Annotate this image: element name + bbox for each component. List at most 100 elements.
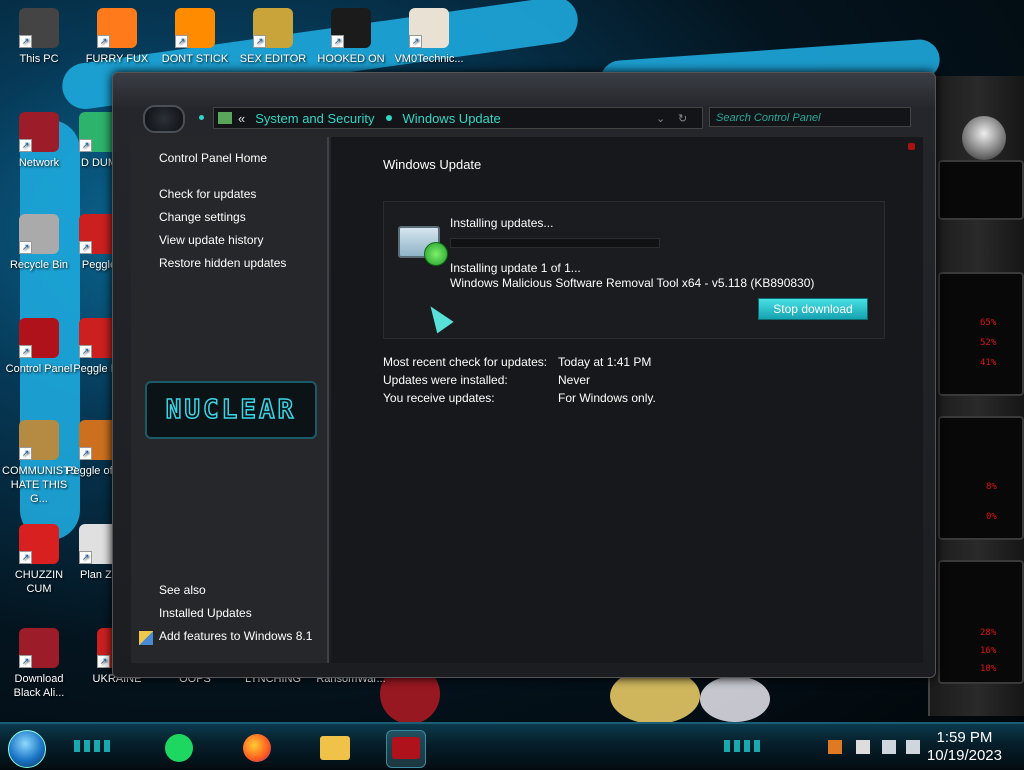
- update-progress-bar: [450, 238, 660, 248]
- shortcut-arrow-icon: ↗: [19, 345, 32, 358]
- clock-time: 1:59 PM: [936, 729, 993, 746]
- desktop-icon-image: ↗: [19, 628, 59, 668]
- link-installed-updates[interactable]: Installed Updates: [159, 606, 252, 620]
- taskbar-app-firefox[interactable]: [238, 730, 276, 766]
- shortcut-arrow-icon: ↗: [19, 35, 32, 48]
- taskbar-decoration: [724, 740, 764, 752]
- breadcrumb-separator-icon: [386, 115, 393, 121]
- info-value: Today at 1:41 PM: [558, 355, 652, 369]
- ram-readout: 0%: [986, 512, 997, 522]
- ram-readout: 8%: [986, 482, 997, 492]
- desktop-icon-label: FURRY FUX: [85, 53, 149, 65]
- refresh-arrow-icon: [424, 242, 448, 266]
- update-status-panel: Installing updates... Installing update …: [383, 201, 885, 339]
- desktop-icon-image: ↗: [19, 8, 59, 48]
- system-monitor-widget: 65% 52% 41% 8% 0% 28% 16% 10%: [928, 76, 1024, 716]
- info-value: Never: [558, 373, 591, 387]
- desktop-icon[interactable]: ↗ VM0Technic...: [392, 8, 466, 66]
- shortcut-arrow-icon: ↗: [97, 35, 110, 48]
- chevron-down-icon[interactable]: ⌄: [656, 112, 665, 125]
- firefox-icon: [243, 734, 271, 762]
- wallpaper-figure: [700, 676, 770, 722]
- action-center-icon[interactable]: [856, 740, 870, 754]
- shortcut-arrow-icon: ↗: [79, 241, 92, 254]
- monitor-panel: 8% 0%: [938, 416, 1024, 540]
- shortcut-arrow-icon: ↗: [79, 139, 92, 152]
- status-text: Installing updates...: [450, 216, 554, 230]
- control-panel-window: « System and Security Windows Update ⌄ ↻…: [112, 72, 936, 678]
- mouse-cursor-icon: [422, 300, 454, 334]
- desktop-icon[interactable]: ↗ HOOKED ON: [314, 8, 388, 66]
- nuclear-theme-logo: NUCLEAR: [145, 381, 317, 439]
- link-control-panel-home[interactable]: Control Panel Home: [159, 151, 267, 165]
- desktop-icon-image: ↗: [175, 8, 215, 48]
- task-pane: Control Panel Home Check for updates Cha…: [131, 137, 329, 663]
- desktop-icon-label: HOOKED ON: [317, 53, 385, 65]
- net-readout: 16%: [980, 646, 997, 656]
- desktop-icon-image: ↗: [253, 8, 293, 48]
- update-name: Windows Malicious Software Removal Tool …: [450, 276, 815, 290]
- desktop-icon-image: ↗: [19, 214, 59, 254]
- shortcut-arrow-icon: ↗: [97, 655, 110, 668]
- desktop-icon-image: ↗: [331, 8, 371, 48]
- taskbar-app-file-explorer[interactable]: [316, 730, 354, 766]
- link-change-settings[interactable]: Change settings: [159, 210, 246, 224]
- desktop-icon[interactable]: ↗ FURRY FUX: [80, 8, 154, 66]
- desktop-icon-label: DONT STICK: [161, 53, 229, 65]
- folder-icon: [320, 736, 350, 760]
- link-restore-hidden-updates[interactable]: Restore hidden updates: [159, 256, 286, 270]
- refresh-icon[interactable]: ↻: [678, 112, 687, 125]
- taskbar-app-control-panel[interactable]: [386, 730, 426, 768]
- shortcut-arrow-icon: ↗: [331, 35, 344, 48]
- main-content: Windows Update Installing updates... Ins…: [331, 137, 923, 663]
- desktop-icon[interactable]: ↗ This PC: [2, 8, 76, 66]
- installing-count: Installing update 1 of 1...: [450, 261, 581, 275]
- double-chevron-left-icon[interactable]: «: [238, 111, 245, 126]
- nav-orb-icon[interactable]: [143, 105, 185, 133]
- net-readout: 10%: [980, 664, 997, 674]
- shortcut-arrow-icon: ↗: [79, 345, 92, 358]
- desktop-icon-label: This PC: [19, 53, 59, 65]
- link-view-update-history[interactable]: View update history: [159, 233, 264, 247]
- tray-app-icon[interactable]: [828, 740, 842, 754]
- clock[interactable]: 1:59 PM 10/19/2023: [927, 729, 1002, 765]
- network-icon[interactable]: [882, 740, 896, 754]
- breadcrumb-system-security[interactable]: System and Security: [255, 111, 374, 126]
- breadcrumb-windows-update[interactable]: Windows Update: [402, 111, 500, 126]
- desktop-icon-label: SEX EDITOR: [239, 53, 307, 65]
- help-icon[interactable]: [908, 143, 915, 150]
- monitor-panel: 28% 16% 10%: [938, 560, 1024, 684]
- desktop-icon-image: ↗: [19, 318, 59, 358]
- link-add-features[interactable]: Add features to Windows 8.1: [159, 629, 312, 643]
- search-input[interactable]: Search Control Panel: [709, 107, 911, 127]
- start-button[interactable]: [8, 730, 46, 768]
- info-label: You receive updates:: [383, 391, 495, 405]
- desktop-icon[interactable]: ↗ SEX EDITOR: [236, 8, 310, 66]
- desktop-icon[interactable]: ↗ Download Black Ali...: [2, 628, 76, 700]
- link-check-for-updates[interactable]: Check for updates: [159, 187, 256, 201]
- address-bar[interactable]: « System and Security Windows Update ⌄ ↻: [213, 107, 703, 129]
- volume-icon[interactable]: [906, 740, 920, 754]
- shortcut-arrow-icon: ↗: [409, 35, 422, 48]
- clock-date: 10/19/2023: [926, 747, 1002, 764]
- cpu-readout: 41%: [980, 358, 997, 368]
- desktop-icon-image: ↗: [19, 112, 59, 152]
- taskbar: 1:59 PM 10/19/2023: [0, 722, 1024, 770]
- page-title: Windows Update: [383, 157, 482, 172]
- desktop-icon-label: Download Black Ali...: [13, 673, 65, 699]
- net-readout: 28%: [980, 628, 997, 638]
- taskbar-app-spotify[interactable]: [160, 730, 198, 766]
- control-panel-icon: [218, 112, 232, 124]
- cpu-readout: 65%: [980, 318, 997, 328]
- shortcut-arrow-icon: ↗: [175, 35, 188, 48]
- windows-update-icon: [398, 226, 448, 266]
- stop-download-button[interactable]: Stop download: [758, 298, 868, 320]
- info-label: Updates were installed:: [383, 373, 508, 387]
- desktop-icon[interactable]: ↗ DONT STICK: [158, 8, 232, 66]
- shortcut-arrow-icon: ↗: [19, 551, 32, 564]
- shortcut-arrow-icon: ↗: [79, 551, 92, 564]
- desktop-icon-image: ↗: [409, 8, 449, 48]
- desktop-icon-image: ↗: [97, 8, 137, 48]
- info-value: For Windows only.: [558, 391, 656, 405]
- shortcut-arrow-icon: ↗: [79, 447, 92, 460]
